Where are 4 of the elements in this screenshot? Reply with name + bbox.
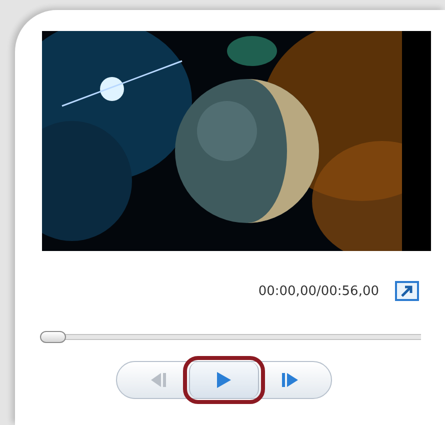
time-display: 00:00,00/00:56,00	[258, 284, 379, 298]
next-frame-icon	[280, 372, 300, 388]
play-icon	[216, 371, 232, 389]
slider-thumb[interactable]	[40, 331, 66, 343]
